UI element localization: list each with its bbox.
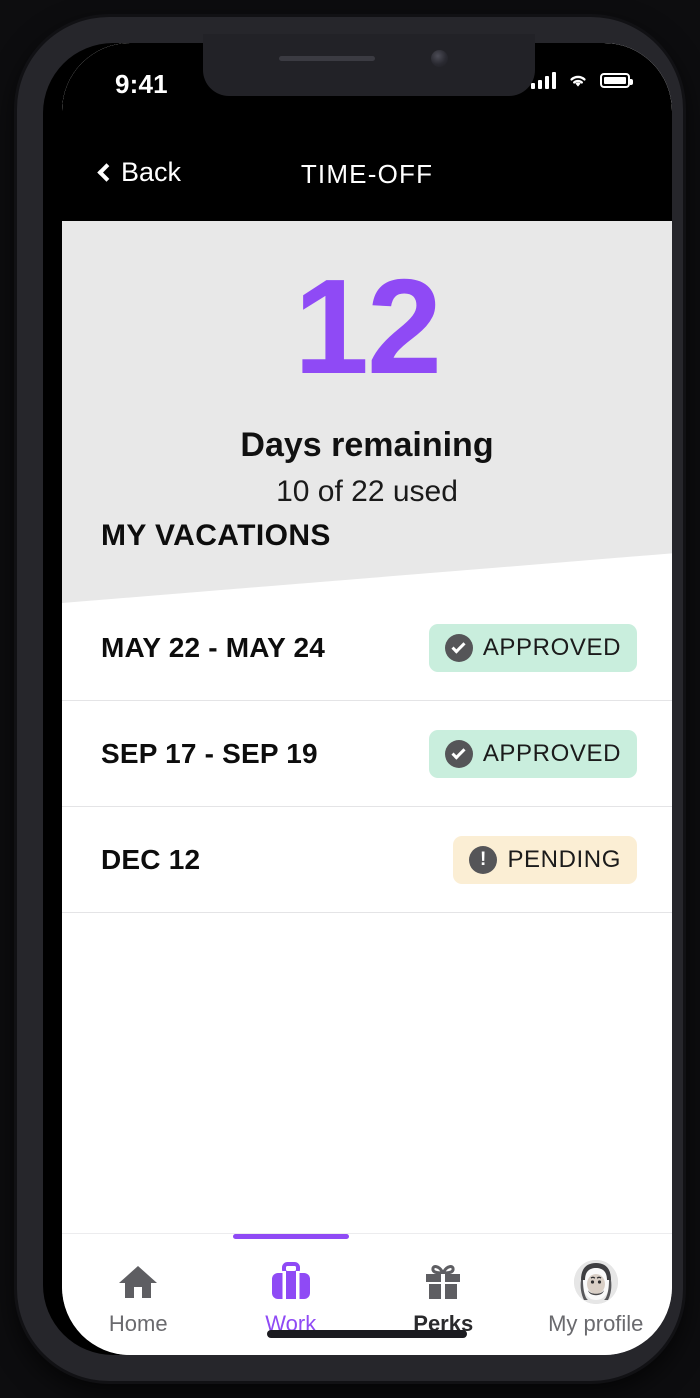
days-used-label: 10 of 22 used [276, 475, 458, 508]
vacation-dates: SEP 17 - SEP 19 [101, 737, 318, 769]
status-bar-icons [531, 71, 633, 89]
active-tab-indicator [232, 1234, 349, 1239]
avatar [573, 1260, 618, 1304]
battery-full-icon [600, 72, 633, 88]
home-icon [117, 1260, 159, 1304]
home-indicator[interactable] [267, 1330, 467, 1338]
tab-home[interactable]: Home [62, 1234, 215, 1355]
exclamation-circle-icon: ! [469, 845, 498, 874]
vacation-dates: DEC 12 [101, 843, 201, 875]
table-row[interactable]: MAY 22 - MAY 24 APPROVED [62, 595, 672, 701]
my-vacations-heading: MY VACATIONS [101, 519, 331, 552]
check-circle-icon [444, 739, 473, 768]
page-title: TIME-OFF [300, 159, 434, 189]
table-row[interactable]: DEC 12 ! PENDING [62, 807, 672, 913]
days-remaining-label: Days remaining [240, 426, 494, 464]
status-badge: APPROVED [428, 729, 637, 778]
navigation-bar: Back TIME-OFF [62, 115, 672, 221]
wifi-icon [570, 75, 586, 87]
user-avatar-icon [573, 1260, 618, 1304]
screenshot-stage: 12 Days remaining 10 of 22 used MY VACAT… [0, 0, 700, 1398]
gift-icon [422, 1260, 464, 1304]
phone-notch [203, 34, 535, 96]
earpiece-speaker [279, 56, 375, 61]
front-camera [431, 50, 448, 67]
table-row[interactable]: SEP 17 - SEP 19 APPROVED [62, 701, 672, 807]
status-badge-label: PENDING [507, 845, 621, 873]
tab-my-profile[interactable]: My profile [520, 1234, 673, 1355]
phone-screen: 12 Days remaining 10 of 22 used MY VACAT… [62, 43, 672, 1355]
status-badge-label: APPROVED [482, 739, 621, 767]
check-circle-icon [444, 633, 473, 662]
vacation-dates: MAY 22 - MAY 24 [101, 631, 326, 663]
status-badge: ! PENDING [453, 835, 637, 884]
status-badge: APPROVED [428, 623, 637, 672]
vacations-list: MAY 22 - MAY 24 APPROVED SEP 17 - SEP 19… [62, 595, 672, 913]
cellular-signal-icon [531, 71, 556, 89]
tab-label: My profile [548, 1311, 644, 1336]
tab-label: Home [108, 1311, 168, 1336]
briefcase-icon [270, 1260, 312, 1304]
status-bar-time: 9:41 [115, 69, 168, 99]
days-remaining-count: 12 [293, 251, 442, 402]
status-badge-label: APPROVED [482, 633, 621, 661]
phone-frame: 12 Days remaining 10 of 22 used MY VACAT… [17, 17, 683, 1381]
